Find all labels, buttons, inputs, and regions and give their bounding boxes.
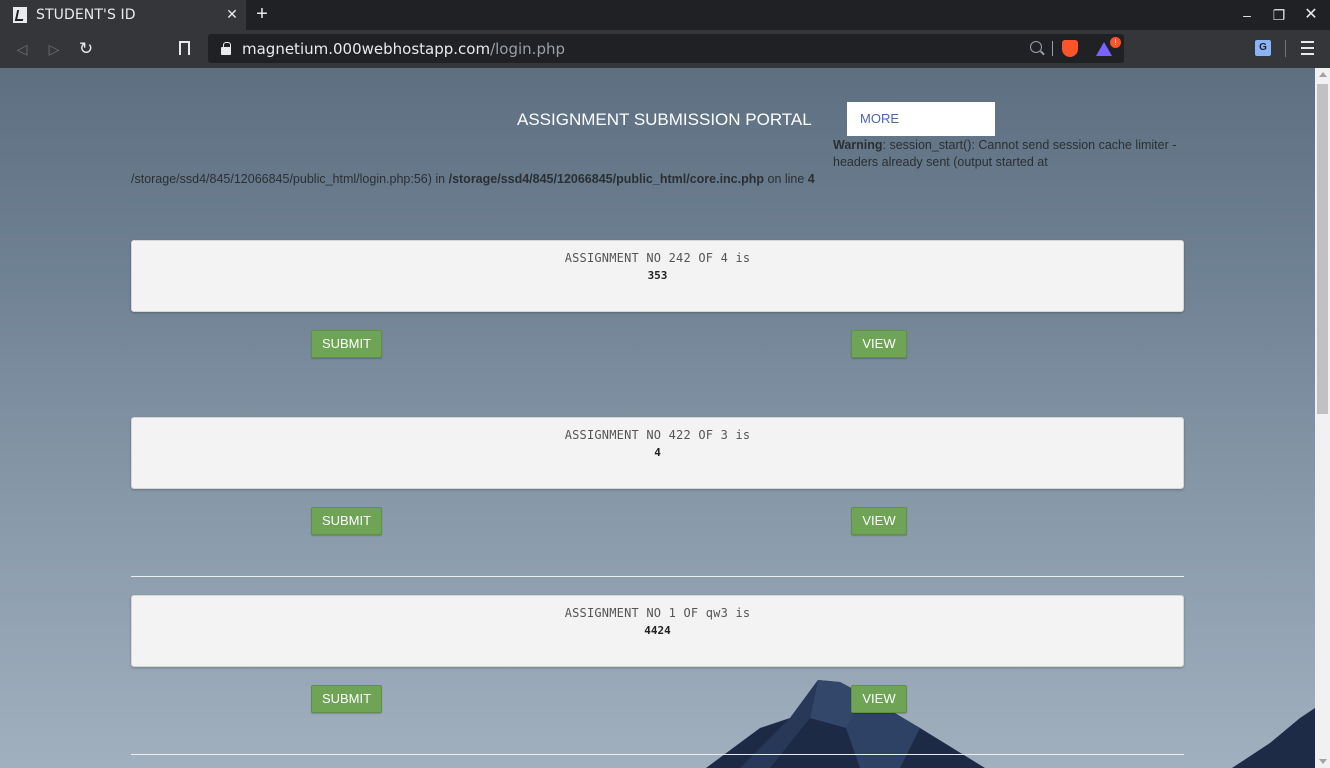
view-button[interactable]: VIEW: [851, 507, 907, 535]
warning-message: : session_start(): Cannot send session c…: [833, 138, 1177, 169]
divider: [131, 754, 1184, 755]
page-viewport: ASSIGNMENT SUBMISSION PORTAL MORE Warnin…: [0, 68, 1315, 768]
submit-button[interactable]: SUBMIT: [311, 330, 382, 358]
favicon-icon: [13, 7, 27, 23]
assignment-card: ASSIGNMENT NO 242 OF 4 is 353: [131, 240, 1184, 312]
window-close-icon[interactable]: ✕: [1302, 6, 1320, 24]
warning-label: Warning: [833, 138, 883, 152]
translate-icon[interactable]: G: [1255, 40, 1271, 56]
url-path: /login.php: [490, 40, 565, 58]
menu-icon[interactable]: [1301, 41, 1314, 59]
view-button[interactable]: VIEW: [851, 330, 907, 358]
warning-line-number: 4: [807, 172, 815, 186]
assignment-value: 353: [647, 269, 668, 282]
divider: [1052, 41, 1053, 56]
submit-button[interactable]: SUBMIT: [311, 507, 382, 535]
warning-path: /storage/ssd4/845/12066845/public_html/l…: [131, 172, 449, 186]
brave-shield-icon[interactable]: [1062, 40, 1078, 57]
scroll-up-icon[interactable]: [1319, 72, 1327, 77]
url-host: magnetium.000webhostapp.com: [242, 40, 491, 58]
reload-icon[interactable]: ↻: [76, 39, 96, 59]
lock-icon[interactable]: [221, 42, 231, 55]
back-icon[interactable]: ◁: [12, 39, 32, 59]
divider: [131, 576, 1184, 577]
assignment-value: 4424: [644, 624, 671, 637]
rewards-badge: !: [1110, 37, 1121, 48]
assignment-card: ASSIGNMENT NO 1 OF qw3 is 4424: [131, 595, 1184, 667]
php-warning-continued: /storage/ssd4/845/12066845/public_html/l…: [131, 172, 815, 186]
minimize-icon[interactable]: –: [1238, 6, 1256, 24]
tab-strip: STUDENT'S ID ✕ + – ❐ ✕: [0, 0, 1330, 30]
warning-online: on line: [764, 172, 808, 186]
browser-tab[interactable]: STUDENT'S ID ✕: [0, 0, 246, 30]
more-button[interactable]: MORE: [847, 102, 995, 136]
tab-title: STUDENT'S ID: [36, 7, 136, 23]
close-icon[interactable]: ✕: [224, 6, 240, 22]
assignment-title: ASSIGNMENT NO 242 OF 4 is: [564, 251, 751, 265]
plus-icon[interactable]: +: [252, 4, 272, 24]
assignment-title: ASSIGNMENT NO 1 OF qw3 is: [564, 606, 751, 620]
divider: [1285, 40, 1286, 57]
php-warning: Warning: session_start(): Cannot send se…: [833, 137, 1193, 171]
scroll-down-icon[interactable]: [1319, 759, 1327, 764]
warning-file: /storage/ssd4/845/12066845/public_html/c…: [448, 172, 765, 186]
zoom-icon[interactable]: [1030, 41, 1042, 53]
assignment-card: ASSIGNMENT NO 422 OF 3 is 4: [131, 417, 1184, 489]
forward-icon[interactable]: ▷: [44, 39, 64, 59]
restore-icon[interactable]: ❐: [1270, 6, 1288, 24]
submit-button[interactable]: SUBMIT: [311, 685, 382, 713]
assignment-value: 4: [654, 446, 661, 459]
bookmark-icon[interactable]: [179, 41, 190, 58]
url-text[interactable]: magnetium.000webhostapp.com/login.php: [242, 40, 565, 58]
page-title: ASSIGNMENT SUBMISSION PORTAL: [517, 110, 812, 129]
browser-toolbar: ◁ ▷ ↻ magnetium.000webhostapp.com/login.…: [0, 30, 1330, 68]
view-button[interactable]: VIEW: [851, 685, 907, 713]
scrollbar[interactable]: [1315, 68, 1330, 768]
assignment-title: ASSIGNMENT NO 422 OF 3 is: [564, 428, 751, 442]
scroll-thumb[interactable]: [1317, 84, 1328, 414]
address-bar[interactable]: magnetium.000webhostapp.com/login.php !: [208, 34, 1124, 63]
